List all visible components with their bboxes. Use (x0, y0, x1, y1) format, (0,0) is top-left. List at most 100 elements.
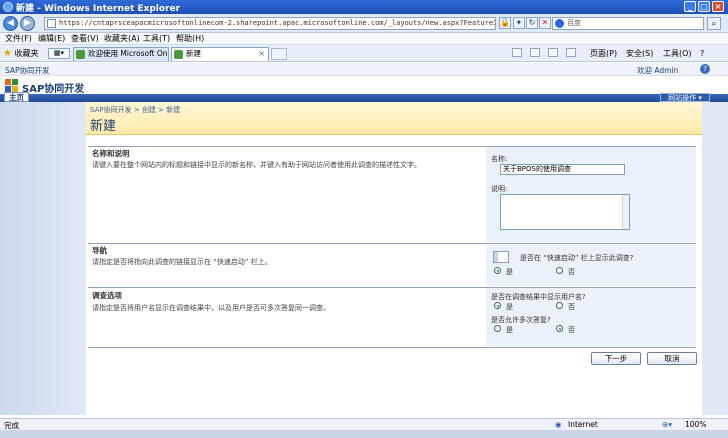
nav-no-radio[interactable] (556, 267, 563, 274)
nav-yes-label: 是 (506, 268, 513, 276)
top-site-link[interactable]: SAP协同开发 (5, 65, 50, 76)
minimize-icon[interactable]: _ (684, 1, 696, 12)
home-icon[interactable] (512, 48, 522, 57)
address-input[interactable]: https://cntaprsceapacmicrosoftonlinecom-… (44, 17, 496, 30)
nav-yes-radio[interactable] (494, 267, 501, 274)
multiple-responses-no-radio[interactable] (556, 325, 563, 332)
quick-launch-icon (493, 251, 509, 263)
internet-zone-icon: ◉ (555, 420, 562, 429)
menu-edit[interactable]: 编辑(E) (38, 34, 65, 44)
menu-favorites[interactable]: 收藏夹(A) (104, 34, 140, 44)
breadcrumb-separator: > (133, 106, 140, 114)
breadcrumb: SAP协同开发 > 创建 > 新建 (90, 105, 180, 115)
close-icon[interactable]: × (712, 1, 724, 12)
mail-icon[interactable] (548, 48, 558, 57)
tab-welcome[interactable]: 欢迎使用 Microsoft Onl... (73, 47, 169, 61)
ie-logo-icon (3, 2, 13, 12)
favorites-label: 收藏夹 (14, 49, 39, 58)
textarea-scrollbar[interactable] (622, 195, 629, 229)
search-provider-icon (555, 19, 564, 28)
menu-file[interactable]: 文件(F) (5, 34, 32, 44)
tab-bar: ★ 收藏夹 ▦▾ 欢迎使用 Microsoft Onl... 新建 × 页面(P… (0, 45, 728, 62)
protected-mode-icon[interactable]: ⊕▾ (662, 420, 672, 429)
feeds-icon[interactable] (530, 48, 540, 57)
tab-new[interactable]: 新建 × (171, 47, 269, 61)
help-menu-icon[interactable]: ? (700, 48, 704, 59)
address-toolbar: ◀ ▶ https://cntaprsceapacmicrosoftonline… (0, 14, 728, 33)
menu-bar: 文件(F) 编辑(E) 查看(V) 收藏夹(A) 工具(T) 帮助(H) (0, 33, 728, 45)
site-title[interactable]: SAP协同开发 (22, 80, 84, 95)
back-icon[interactable]: ◀ (3, 16, 18, 31)
site-actions-menu[interactable]: 网站操作 ▾ (660, 93, 710, 102)
top-navigation: 主页 网站操作 ▾ (0, 92, 728, 102)
search-icon[interactable]: ⌕ (707, 17, 721, 30)
zoom-level[interactable]: 100% (685, 420, 706, 429)
tab-close-icon[interactable]: × (258, 48, 265, 60)
multiple-responses-yes-radio[interactable] (494, 325, 501, 332)
section-title-name: 名称和说明 (92, 149, 130, 158)
left-navigation-pane (0, 102, 86, 415)
page-icon (47, 19, 56, 28)
site-actions-label: 网站操作 (668, 94, 697, 102)
nav-no-label: 否 (568, 268, 575, 276)
welcome-user-menu[interactable]: 欢迎 Admin (637, 65, 678, 76)
multiple-responses-no-label: 否 (568, 326, 575, 334)
site-header: SAP协同开发 (0, 77, 728, 95)
page-title-area: SAP协同开发 > 创建 > 新建 新建 (86, 102, 702, 135)
tab-label: 新建 (186, 49, 201, 58)
stop-icon[interactable]: ✕ (539, 17, 551, 29)
quick-tabs-icon[interactable]: ▦▾ (48, 48, 70, 59)
show-usernames-yes-radio[interactable] (494, 302, 501, 309)
menu-view[interactable]: 查看(V) (71, 34, 99, 44)
help-icon[interactable]: ? (700, 64, 710, 74)
multiple-responses-question: 是否允许多次答复? (491, 316, 551, 324)
section-title-options: 调查选项 (92, 291, 122, 300)
forward-icon[interactable]: ▶ (20, 16, 35, 31)
name-input[interactable]: 关于BPOS的使用调查 (500, 164, 625, 175)
tab-favicon-icon (174, 50, 183, 59)
section-divider (88, 347, 696, 348)
nav-home-tab[interactable]: 主页 (4, 92, 29, 102)
security-zone: Internet (568, 420, 598, 429)
show-usernames-no-label: 否 (568, 303, 575, 311)
next-button[interactable]: 下一步 (591, 352, 641, 365)
window-title: 新建 - Windows Internet Explorer (16, 4, 181, 14)
page-menu[interactable]: 页面(P) (590, 48, 617, 59)
name-label: 名称: (491, 155, 508, 163)
window-frame-bottom (0, 430, 728, 438)
search-input[interactable]: 百度 (552, 17, 704, 30)
certificate-icon[interactable]: ✦ (513, 17, 525, 29)
maximize-icon[interactable]: □ (698, 1, 710, 12)
address-text: https://cntaprsceapacmicrosoftonlinecom-… (59, 19, 495, 27)
multiple-responses-yes-label: 是 (506, 326, 513, 334)
window-title-bar: 新建 - Windows Internet Explorer _ □ × (0, 0, 728, 14)
section-title-nav: 导航 (92, 246, 107, 255)
breadcrumb-site[interactable]: SAP协同开发 (90, 106, 132, 114)
section-desc-name: 请键入要在整个网站内的标题和链接中显示的新名称，并键入有助于网站访问者使用此调查… (92, 161, 421, 169)
page-title: 新建 (90, 119, 117, 134)
tab-favicon-icon (76, 50, 85, 59)
breadcrumb-create[interactable]: 创建 (142, 106, 156, 114)
safety-menu[interactable]: 安全(S) (626, 48, 653, 59)
section-desc-options: 请指定是否将用户名显示在调查结果中，以及用户是否可多次答复同一调查。 (92, 304, 330, 312)
favorites-button[interactable]: ★ 收藏夹 (3, 48, 39, 59)
menu-help[interactable]: 帮助(H) (176, 34, 204, 44)
menu-tools[interactable]: 工具(T) (143, 34, 170, 44)
breadcrumb-current: 新建 (166, 106, 181, 114)
tools-menu[interactable]: 工具(O) (663, 48, 692, 59)
show-usernames-no-radio[interactable] (556, 302, 563, 309)
breadcrumb-separator: > (158, 106, 165, 114)
search-placeholder: 百度 (567, 19, 581, 27)
refresh-icon[interactable]: ↻ (526, 17, 538, 29)
status-bar: 完成 ◉ Internet ⊕▾ 100% (0, 418, 728, 430)
nav-form-pane (486, 244, 696, 286)
tab-label: 欢迎使用 Microsoft Onl... (88, 49, 169, 58)
lock-icon[interactable]: 🔒 (499, 17, 511, 29)
section-desc-nav: 请指定是否将指向此调查的链接显示在 “快速启动” 栏上。 (92, 258, 272, 266)
description-textarea[interactable] (500, 194, 630, 230)
print-icon[interactable] (566, 48, 576, 57)
sharepoint-top-bar: SAP协同开发 欢迎 Admin ? (0, 63, 728, 76)
cancel-button[interactable]: 取消 (647, 352, 697, 365)
description-label: 说明: (491, 185, 508, 193)
new-tab-button[interactable] (271, 48, 287, 60)
